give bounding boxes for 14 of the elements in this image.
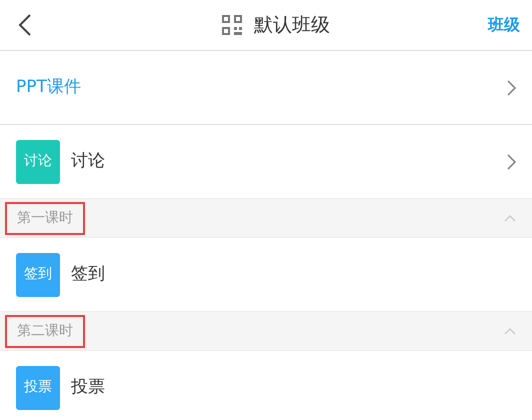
activity-badge: 签到: [16, 252, 60, 296]
section-header[interactable]: 第二课时: [0, 311, 532, 351]
activity-badge: 投票: [16, 366, 60, 410]
list-item[interactable]: PPT课件: [0, 51, 532, 125]
section-header[interactable]: 第一课时: [0, 198, 532, 238]
activity-badge: 讨论: [16, 140, 60, 184]
class-button[interactable]: 班级: [488, 13, 520, 37]
list-item[interactable]: 讨论 讨论: [0, 125, 532, 198]
chevron-right-icon: [507, 80, 516, 96]
list-item[interactable]: 投票 投票: [0, 351, 532, 420]
page-title: 默认班级: [254, 12, 330, 38]
back-icon[interactable]: [18, 13, 32, 37]
list-item[interactable]: 签到 签到: [0, 238, 532, 311]
qr-code-icon[interactable]: [222, 15, 242, 35]
